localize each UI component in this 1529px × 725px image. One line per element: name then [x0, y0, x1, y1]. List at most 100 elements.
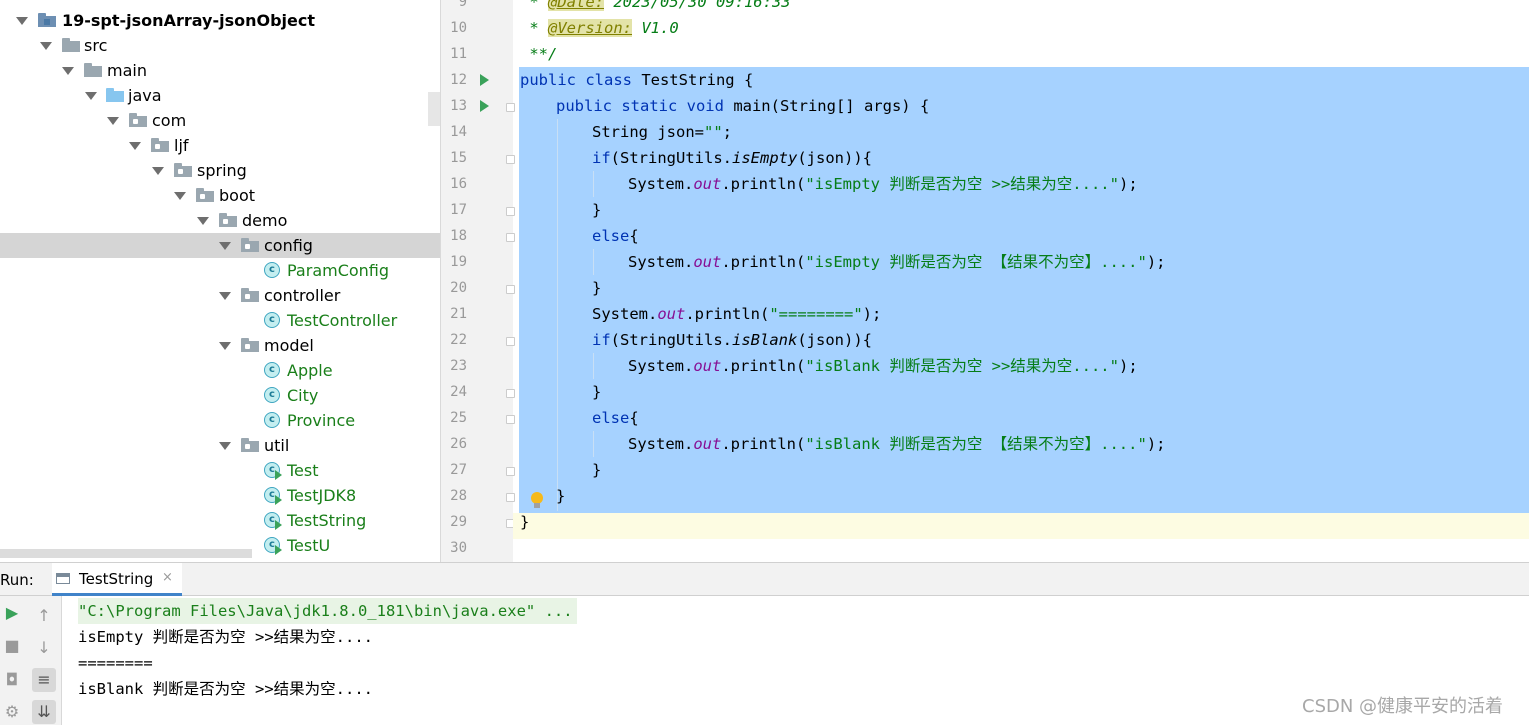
tree-item-testjdk8[interactable]: c TestJDK8 — [0, 483, 440, 508]
tree-label: src — [84, 36, 108, 55]
close-icon[interactable]: × — [162, 570, 173, 585]
tree-label: com — [152, 111, 187, 130]
code-line-13: public static void main(String[] args) { — [556, 97, 930, 115]
tree-label: model — [264, 336, 314, 355]
run-gutter-icon[interactable] — [480, 74, 489, 86]
code-line-25: else{ — [592, 409, 639, 427]
scroll-to-end-icon[interactable]: ⇊ — [32, 700, 56, 724]
code-line-24: } — [592, 383, 602, 401]
tree-item-boot[interactable]: boot — [0, 183, 440, 208]
source-folder-icon — [106, 88, 124, 102]
fold-marker-icon[interactable] — [506, 103, 515, 112]
code-line-23: System.out.println("isBlank 判断是否为空 >>结果为… — [628, 357, 1138, 375]
line-number: 26 — [450, 436, 467, 452]
run-label: Run: — [0, 571, 34, 589]
fold-marker-icon[interactable] — [506, 493, 515, 502]
expand-arrow-icon[interactable] — [217, 333, 231, 358]
tree-item-config[interactable]: config — [0, 233, 440, 258]
tree-item-paramconfig[interactable]: c ParamConfig — [0, 258, 440, 283]
expand-arrow-icon[interactable] — [38, 33, 52, 58]
tab-teststring[interactable]: TestString × — [52, 563, 182, 596]
expand-arrow-icon[interactable] — [14, 8, 28, 33]
tree-item-city[interactable]: c City — [0, 383, 440, 408]
tree-horizontal-scrollbar[interactable] — [0, 549, 252, 558]
soft-wrap-icon[interactable]: ≡ — [32, 668, 56, 692]
code-line-16: System.out.println("isEmpty 判断是否为空 >>结果为… — [628, 175, 1138, 193]
module-folder-icon — [38, 13, 56, 27]
tree-label: TestU — [287, 536, 331, 555]
tree-item-main[interactable]: main — [0, 58, 440, 83]
fold-marker-icon[interactable] — [506, 155, 515, 164]
expand-arrow-icon[interactable] — [217, 283, 231, 308]
fold-marker-icon[interactable] — [506, 467, 515, 476]
tree-item-spring[interactable]: spring — [0, 158, 440, 183]
arrow-down-icon[interactable]: ↓ — [32, 636, 56, 660]
tree-label: Province — [287, 411, 356, 430]
expand-arrow-icon[interactable] — [105, 108, 119, 133]
tree-item-teststring[interactable]: c TestString — [0, 508, 440, 533]
current-line-highlight — [513, 513, 1529, 539]
code-line-29: } — [520, 513, 530, 531]
tree-vertical-scrollbar[interactable] — [428, 92, 440, 126]
package-icon — [129, 113, 147, 127]
fold-marker-icon[interactable] — [506, 337, 515, 346]
arrow-up-icon[interactable]: ↑ — [32, 604, 56, 628]
fold-marker-icon[interactable] — [506, 207, 515, 216]
fold-marker-icon[interactable] — [506, 389, 515, 398]
expand-arrow-icon[interactable] — [150, 158, 164, 183]
tree-item-controller[interactable]: controller — [0, 283, 440, 308]
expand-arrow-icon[interactable] — [195, 208, 209, 233]
code-line-14: String json=""; — [592, 123, 732, 141]
tree-item-model[interactable]: model — [0, 333, 440, 358]
tree-label: config — [264, 236, 313, 255]
tree-item-province[interactable]: c Province — [0, 408, 440, 433]
expand-arrow-icon[interactable] — [83, 83, 97, 108]
tree-item-ljf[interactable]: ljf — [0, 133, 440, 158]
indent-guide — [557, 119, 558, 511]
tree-item-testcontroller[interactable]: c TestController — [0, 308, 440, 333]
code-editor[interactable]: 9 10 11 12 13 14 15 16 17 18 19 20 21 22… — [441, 0, 1529, 562]
tree-item-java[interactable]: java — [0, 83, 440, 108]
code-line-22: if(StringUtils.isBlank(json)){ — [592, 331, 872, 349]
tree-label: main — [107, 61, 147, 80]
expand-arrow-icon[interactable] — [172, 183, 186, 208]
indent-guide — [593, 249, 594, 275]
tree-label: ParamConfig — [287, 261, 390, 280]
tree-item-apple[interactable]: c Apple — [0, 358, 440, 383]
line-number: 14 — [450, 124, 467, 140]
runnable-class-icon: c — [264, 512, 282, 530]
expand-arrow-icon[interactable] — [127, 133, 141, 158]
line-number: 15 — [450, 150, 467, 166]
line-number: 22 — [450, 332, 467, 348]
fold-marker-icon[interactable] — [506, 285, 515, 294]
tree-item-util[interactable]: util — [0, 433, 440, 458]
fold-marker-icon[interactable] — [506, 233, 515, 242]
expand-arrow-icon[interactable] — [60, 58, 74, 83]
console-output-line: isEmpty 判断是否为空 >>结果为空.... — [78, 628, 373, 646]
indent-guide — [593, 431, 594, 457]
line-number: 13 — [450, 98, 467, 114]
tree-item-test[interactable]: c Test — [0, 458, 440, 483]
run-gutter-icon[interactable] — [480, 100, 489, 112]
class-icon: c — [264, 412, 280, 428]
tree-item-src[interactable]: src — [0, 33, 440, 58]
expand-arrow-icon[interactable] — [217, 233, 231, 258]
rerun-icon[interactable]: ▶ — [0, 601, 24, 625]
tree-label: demo — [242, 211, 288, 230]
stop-icon[interactable]: ■ — [0, 634, 24, 658]
expand-arrow-icon[interactable] — [217, 433, 231, 458]
tree-item-com[interactable]: com — [0, 108, 440, 133]
code-line-10: * @Version: V1.0 — [520, 19, 679, 37]
camera-icon[interactable]: ◘ — [0, 668, 24, 692]
tree-item-module[interactable]: 19-spt-jsonArray-jsonObject — [0, 8, 440, 33]
tree-item-demo[interactable]: demo — [0, 208, 440, 233]
class-icon: c — [264, 387, 280, 403]
code-line-21: System.out.println("========"); — [592, 305, 882, 323]
folder-icon — [62, 38, 80, 52]
runnable-class-icon: c — [264, 462, 282, 480]
fold-marker-icon[interactable] — [506, 415, 515, 424]
settings-icon[interactable]: ⚙ — [0, 700, 24, 724]
code-line-19: System.out.println("isEmpty 判断是否为空 【结果不为… — [628, 253, 1166, 271]
line-number: 24 — [450, 384, 467, 400]
lightbulb-icon[interactable] — [531, 492, 543, 508]
